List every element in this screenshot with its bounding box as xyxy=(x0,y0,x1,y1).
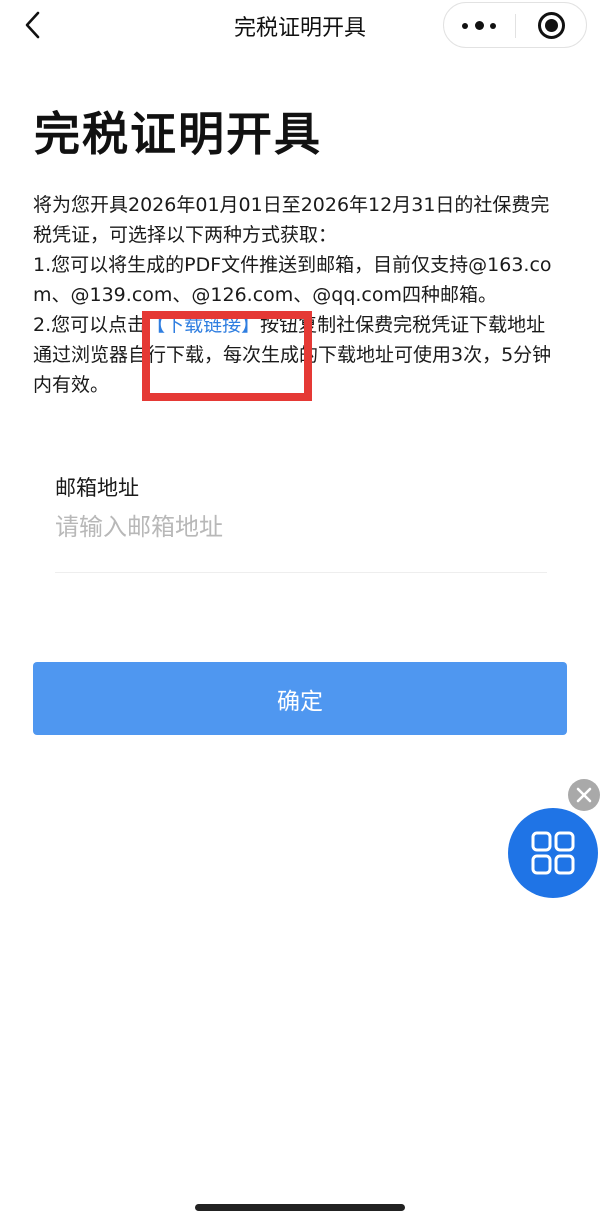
option-2-prefix: 2.您可以点击 xyxy=(33,314,147,336)
description-option-2: 2.您可以点击【下载链接】按钮复制社保费完税凭证下载地址通过浏览器自行下载，每次… xyxy=(33,310,553,400)
home-indicator[interactable] xyxy=(195,1204,405,1211)
close-icon[interactable] xyxy=(568,779,600,811)
confirm-button[interactable]: 确定 xyxy=(33,662,567,735)
description-intro: 将为您开具2026年01月01日至2026年12月31日的社保费完税凭证，可选择… xyxy=(33,194,550,246)
email-field[interactable] xyxy=(55,506,547,548)
mini-program-capsule xyxy=(443,2,587,48)
grid-icon[interactable] xyxy=(508,808,598,898)
target-close-icon[interactable] xyxy=(516,3,587,47)
description-option-1: 1.您可以将生成的PDF文件推送到邮箱，目前仅支持@163.com、@139.c… xyxy=(33,254,552,306)
email-underline xyxy=(55,572,547,573)
download-link[interactable]: 【下载链接】 xyxy=(146,314,260,336)
email-label: 邮箱地址 xyxy=(55,476,139,500)
page-title: 完税证明开具 xyxy=(34,107,322,161)
description: 将为您开具2026年01月01日至2026年12月31日的社保费完税凭证，可选择… xyxy=(33,190,553,400)
more-dots-icon[interactable] xyxy=(444,3,515,47)
navigation-bar: 完税证明开具 xyxy=(0,0,600,52)
